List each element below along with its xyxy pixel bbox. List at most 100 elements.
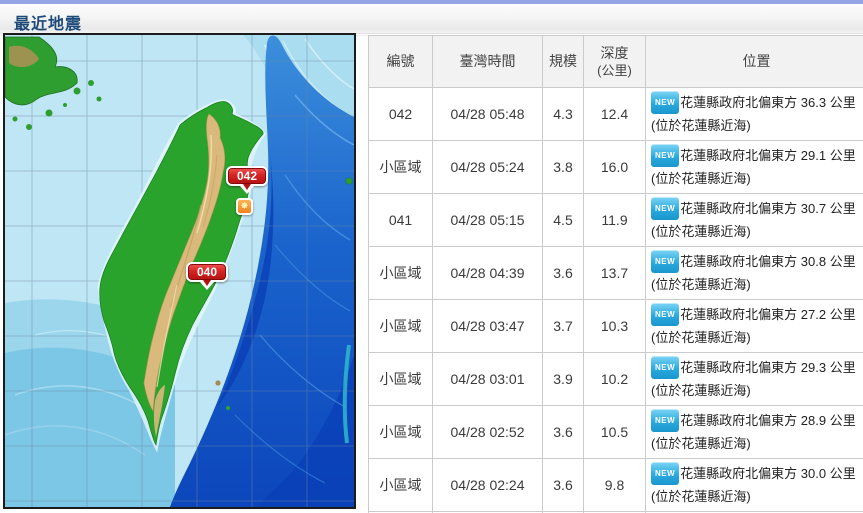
quake-depth-cell: 9.8 [583, 458, 646, 512]
earthquake-row[interactable]: 小區域 04/28 03:01 3.9 10.2 NEW 花蓮縣政府北偏東方 29… [368, 352, 863, 406]
location-line1: 花蓮縣政府北偏東方 30.8 公里 [680, 254, 856, 269]
earthquake-row[interactable]: 小區域 04/28 02:52 3.6 10.5 NEW 花蓮縣政府北偏東方 28… [368, 405, 863, 459]
earthquake-row[interactable]: 小區域 04/28 02:24 3.6 9.8 NEW 花蓮縣政府北偏東方 30.… [368, 458, 863, 512]
header-row: 編號 臺灣時間 規模 深度 (公里) 位置 [368, 35, 863, 88]
map-marker-042[interactable]: 042 [226, 166, 268, 194]
location-line2: (位於花蓮縣近海) [651, 171, 751, 186]
quake-number-cell: 小區域 [368, 405, 433, 459]
location-line1: 花蓮縣政府北偏東方 30.0 公里 [680, 466, 856, 481]
new-badge: NEW [651, 303, 680, 326]
orchid-island [225, 405, 231, 411]
quake-depth-cell: 11.9 [583, 193, 646, 247]
quake-number-cell: 041 [368, 193, 433, 247]
column-header: 深度 (公里) [583, 35, 646, 88]
guishan-island [345, 177, 353, 185]
quake-magnitude-cell: 3.8 [542, 140, 584, 194]
map-marker-040[interactable]: 040 [186, 262, 228, 290]
quake-magnitude-cell: 3.6 [542, 458, 584, 512]
quake-location-cell: NEW 花蓮縣政府北偏東方 36.3 公里 (位於花蓮縣近海) [645, 87, 863, 141]
location-line1: 花蓮縣政府北偏東方 30.7 公里 [680, 201, 856, 216]
earthquake-row[interactable]: 041 04/28 05:15 4.5 11.9 NEW 花蓮縣政府北偏東方 30… [368, 193, 863, 247]
earthquake-table: 編號 臺灣時間 規模 深度 (公里) 位置 042 04/28 05:48 4.… [368, 35, 863, 513]
quake-magnitude-cell: 3.9 [542, 352, 584, 406]
quake-time-cell: 04/28 05:48 [432, 87, 543, 141]
location-line1: 花蓮縣政府北偏東方 29.1 公里 [680, 148, 856, 163]
column-header-label: 深度 [600, 44, 629, 61]
earthquake-table-header: 編號 臺灣時間 規模 深度 (公里) 位置 [368, 35, 863, 88]
quake-depth-cell: 12.4 [583, 87, 646, 141]
column-header-label: 臺灣時間 [459, 53, 516, 69]
quake-number-cell: 042 [368, 87, 433, 141]
quake-time-cell: 04/28 03:01 [432, 352, 543, 406]
column-header: 臺灣時間 [432, 35, 543, 88]
quake-location-cell: NEW 花蓮縣政府北偏東方 27.2 公里 (位於花蓮縣近海) [645, 299, 863, 353]
earthquake-row[interactable]: 小區域 04/28 05:24 3.8 16.0 NEW 花蓮縣政府北偏東方 29… [368, 140, 863, 194]
quake-magnitude-cell: 4.3 [542, 87, 584, 141]
quake-depth-cell: 16.0 [583, 140, 646, 194]
quake-magnitude-cell: 3.6 [542, 246, 584, 300]
quake-number-cell: 小區域 [368, 458, 433, 512]
location-line2: (位於花蓮縣近海) [651, 436, 751, 451]
quake-time-cell: 04/28 02:24 [432, 458, 543, 512]
quake-magnitude-cell: 4.5 [542, 193, 584, 247]
location-line1: 花蓮縣政府北偏東方 28.9 公里 [680, 413, 856, 428]
header-accent-bar [0, 0, 863, 4]
location-line2: (位於花蓮縣近海) [651, 383, 751, 398]
location-line2: (位於花蓮縣近海) [651, 489, 751, 504]
quake-number-cell: 小區域 [368, 299, 433, 353]
quake-time-cell: 04/28 02:52 [432, 405, 543, 459]
new-badge: NEW [651, 356, 680, 379]
quake-location-cell: NEW 花蓮縣政府北偏東方 29.3 公里 (位於花蓮縣近海) [645, 352, 863, 406]
location-line2: (位於花蓮縣近海) [651, 224, 751, 239]
quake-location-cell: NEW 花蓮縣政府北偏東方 28.9 公里 (位於花蓮縣近海) [645, 405, 863, 459]
quake-time-cell: 04/28 03:47 [432, 299, 543, 353]
new-badge: NEW [651, 409, 680, 432]
green-island [215, 380, 221, 386]
column-header: 規模 [542, 35, 584, 88]
map-marker-040-label: 040 [196, 265, 218, 279]
column-header: 編號 [368, 35, 433, 88]
location-line1: 花蓮縣政府北偏東方 27.2 公里 [680, 307, 856, 322]
earthquake-row[interactable]: 小區域 04/28 04:39 3.6 13.7 NEW 花蓮縣政府北偏東方 30… [368, 246, 863, 300]
quake-location-cell: NEW 花蓮縣政府北偏東方 30.8 公里 (位於花蓮縣近海) [645, 246, 863, 300]
column-header-label: 位置 [742, 53, 771, 69]
quake-depth-cell: 10.3 [583, 299, 646, 353]
section-header: 最近地震 [0, 0, 863, 36]
quake-location-cell: NEW 花蓮縣政府北偏東方 30.7 公里 (位於花蓮縣近海) [645, 193, 863, 247]
quake-location-cell: NEW 花蓮縣政府北偏東方 30.0 公里 (位於花蓮縣近海) [645, 458, 863, 512]
new-badge: NEW [651, 197, 680, 220]
map-marker-042-label: 042 [236, 169, 258, 183]
recent-earthquakes-page: 最近地震 042 ✸ 040 編號 臺灣時間 規模 深度 (公里) 位置 042… [0, 0, 863, 513]
map-marker-epicenter[interactable]: ✸ [236, 198, 253, 215]
quake-time-cell: 04/28 05:15 [432, 193, 543, 247]
taiwan-map[interactable]: 042 ✸ 040 [3, 33, 356, 509]
new-badge: NEW [651, 91, 680, 114]
location-line1: 花蓮縣政府北偏東方 29.3 公里 [680, 360, 856, 375]
quake-number-cell: 小區域 [368, 352, 433, 406]
quake-time-cell: 04/28 04:39 [432, 246, 543, 300]
quake-number-cell: 小區域 [368, 140, 433, 194]
column-header-label: 編號 [386, 53, 415, 69]
page-title: 最近地震 [14, 16, 83, 33]
new-badge: NEW [651, 462, 680, 485]
relief-map-image [5, 35, 354, 507]
column-header: 位置 [645, 35, 863, 88]
quake-number-cell: 小區域 [368, 246, 433, 300]
quake-depth-cell: 10.2 [583, 352, 646, 406]
earthquake-row[interactable]: 小區域 04/28 03:47 3.7 10.3 NEW 花蓮縣政府北偏東方 27… [368, 299, 863, 353]
location-line2: (位於花蓮縣近海) [651, 330, 751, 345]
quake-magnitude-cell: 3.6 [542, 405, 584, 459]
earthquake-row[interactable]: 042 04/28 05:48 4.3 12.4 NEW 花蓮縣政府北偏東方 36… [368, 87, 863, 141]
quake-location-cell: NEW 花蓮縣政府北偏東方 29.1 公里 (位於花蓮縣近海) [645, 140, 863, 194]
quake-depth-cell: 13.7 [583, 246, 646, 300]
quake-time-cell: 04/28 05:24 [432, 140, 543, 194]
location-line2: (位於花蓮縣近海) [651, 277, 751, 292]
quake-magnitude-cell: 3.7 [542, 299, 584, 353]
column-header-label: 規模 [549, 53, 577, 69]
location-line1: 花蓮縣政府北偏東方 36.3 公里 [680, 95, 856, 110]
epicenter-burst-icon: ✸ [240, 201, 249, 212]
quake-table-body: 042 04/28 05:48 4.3 12.4 NEW 花蓮縣政府北偏東方 36… [368, 87, 863, 513]
new-badge: NEW [651, 144, 680, 167]
location-line2: (位於花蓮縣近海) [651, 118, 751, 133]
column-header-sub-label: (公里) [597, 62, 632, 78]
